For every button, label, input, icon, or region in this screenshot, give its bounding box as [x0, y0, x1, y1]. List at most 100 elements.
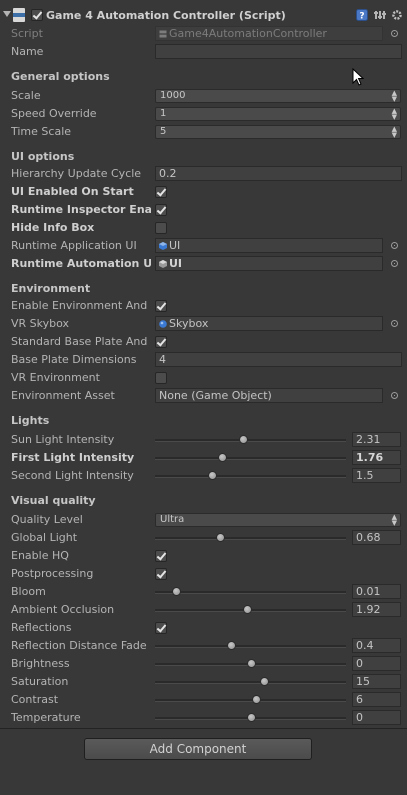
- bloom-value[interactable]: 0.01: [352, 584, 401, 599]
- speed-override-dropdown[interactable]: 1 ▲ ▼: [155, 107, 401, 121]
- object-picker-icon[interactable]: [391, 260, 398, 267]
- reflection-distance-fade-value[interactable]: 0.4: [352, 638, 401, 653]
- second-light-intensity-row: Second Light Intensity 1.5: [0, 467, 407, 485]
- global-light-value[interactable]: 0.68: [352, 530, 401, 545]
- gameobject-icon: [159, 260, 167, 268]
- slider-track[interactable]: [155, 591, 346, 594]
- base-plate-dimensions-row: Base Plate Dimensions 4: [0, 351, 407, 369]
- temperature-row: Temperature 0: [0, 709, 407, 727]
- component-title: Game 4 Automation Controller (Script): [46, 9, 286, 22]
- ui-options-heading: UI options: [11, 150, 75, 163]
- component-enabled-checkbox[interactable]: [31, 9, 43, 21]
- enable-environment-row: Enable Environment And: [0, 297, 407, 315]
- gear-icon[interactable]: [391, 9, 403, 21]
- scale-dropdown[interactable]: 1000 ▲ ▼: [155, 89, 401, 103]
- foldout-arrow-icon[interactable]: [3, 11, 11, 17]
- environment-asset-field[interactable]: None (Game Object): [155, 388, 383, 403]
- enable-environment-checkbox[interactable]: [155, 300, 167, 312]
- contrast-value[interactable]: 6: [352, 692, 401, 707]
- enable-hq-checkbox[interactable]: [155, 550, 167, 562]
- postprocessing-row: Postprocessing: [0, 565, 407, 583]
- time-scale-dropdown[interactable]: 5 ▲ ▼: [155, 125, 401, 139]
- postprocessing-checkbox[interactable]: [155, 568, 167, 580]
- dropdown-arrows-icon: ▲ ▼: [391, 89, 397, 103]
- mouse-cursor-icon: [352, 68, 364, 86]
- runtime-application-ui-field[interactable]: UI: [155, 238, 383, 253]
- first-light-intensity-value[interactable]: 1.76: [352, 450, 401, 465]
- slider-thumb[interactable]: [259, 677, 269, 686]
- slider-track[interactable]: [155, 699, 346, 702]
- brightness-value[interactable]: 0: [352, 656, 401, 671]
- runtime-automation-ui-field[interactable]: UI: [155, 256, 383, 271]
- name-input[interactable]: [155, 44, 402, 59]
- slider-thumb[interactable]: [238, 435, 248, 444]
- script-icon: [13, 8, 25, 22]
- global-light-row: Global Light 0.68: [0, 529, 407, 547]
- script-object-picker-icon: [391, 30, 398, 37]
- script-row: Script Game4AutomationController: [0, 25, 407, 43]
- slider-thumb[interactable]: [242, 605, 252, 614]
- ambient-occlusion-value[interactable]: 1.92: [352, 602, 401, 617]
- lights-heading: Lights: [11, 414, 50, 427]
- slider-track[interactable]: [155, 645, 346, 648]
- ui-enabled-on-start-checkbox[interactable]: [155, 186, 167, 198]
- slider-thumb[interactable]: [172, 587, 181, 596]
- scale-row: Scale 1000 ▲ ▼: [0, 87, 407, 105]
- runtime-automation-ui-row: Runtime Automation UI UI: [0, 255, 407, 273]
- temperature-value[interactable]: 0: [352, 710, 401, 725]
- sun-light-intensity-row: Sun Light Intensity 2.31: [0, 431, 407, 449]
- slider-track[interactable]: [155, 537, 346, 540]
- standard-base-plate-checkbox[interactable]: [155, 336, 167, 348]
- object-picker-icon[interactable]: [391, 320, 398, 327]
- slider-track[interactable]: [155, 681, 346, 684]
- preset-icon[interactable]: [374, 9, 386, 21]
- object-picker-icon[interactable]: [391, 242, 398, 249]
- ui-enabled-on-start-row: UI Enabled On Start: [0, 183, 407, 201]
- slider-track[interactable]: [155, 439, 346, 442]
- environment-asset-row: Environment Asset None (Game Object): [0, 387, 407, 405]
- component-divider: [0, 728, 407, 729]
- vr-environment-row: VR Environment: [0, 369, 407, 387]
- runtime-application-ui-row: Runtime Application UI UI: [0, 237, 407, 255]
- reflections-checkbox[interactable]: [155, 622, 167, 634]
- visual-quality-heading: Visual quality: [11, 494, 96, 507]
- saturation-row: Saturation 15: [0, 673, 407, 691]
- add-component-button[interactable]: Add Component: [84, 738, 312, 760]
- slider-thumb[interactable]: [217, 453, 227, 462]
- first-light-intensity-row: First Light Intensity 1.76: [0, 449, 407, 467]
- speed-override-row: Speed Override 1 ▲ ▼: [0, 105, 407, 123]
- slider-thumb[interactable]: [246, 659, 256, 668]
- general-options-heading: General options: [11, 70, 110, 83]
- material-icon: [159, 320, 167, 328]
- hierarchy-update-cycle-input[interactable]: 0.2: [155, 166, 402, 181]
- slider-thumb[interactable]: [227, 641, 237, 650]
- vr-skybox-field[interactable]: Skybox: [155, 316, 383, 331]
- gameobject-icon: [159, 242, 167, 250]
- saturation-value[interactable]: 15: [352, 674, 401, 689]
- object-picker-icon[interactable]: [391, 392, 398, 399]
- environment-heading: Environment: [11, 282, 91, 295]
- base-plate-dimensions-input[interactable]: 4: [155, 352, 402, 367]
- hide-info-box-checkbox[interactable]: [155, 222, 167, 234]
- sun-light-intensity-value[interactable]: 2.31: [352, 432, 401, 447]
- quality-level-dropdown[interactable]: Ultra ▲ ▼: [155, 513, 401, 527]
- slider-thumb[interactable]: [215, 533, 225, 542]
- second-light-intensity-value[interactable]: 1.5: [352, 468, 401, 483]
- enable-hq-row: Enable HQ: [0, 547, 407, 565]
- slider-thumb[interactable]: [246, 713, 256, 722]
- slider-thumb[interactable]: [252, 695, 262, 704]
- dropdown-arrows-icon: ▲ ▼: [391, 125, 397, 139]
- script-asset-icon: [159, 30, 167, 38]
- vr-environment-checkbox[interactable]: [155, 372, 167, 384]
- slider-track[interactable]: [155, 457, 346, 460]
- vr-skybox-row: VR Skybox Skybox: [0, 315, 407, 333]
- brightness-row: Brightness 0: [0, 655, 407, 673]
- script-field: Game4AutomationController: [155, 26, 383, 41]
- runtime-inspector-checkbox[interactable]: [155, 204, 167, 216]
- help-icon[interactable]: ?: [356, 9, 368, 21]
- component-header[interactable]: Game 4 Automation Controller (Script) ?: [0, 6, 407, 26]
- reflections-row: Reflections: [0, 619, 407, 637]
- bloom-row: Bloom 0.01: [0, 583, 407, 601]
- slider-track[interactable]: [155, 475, 346, 478]
- slider-thumb[interactable]: [208, 471, 218, 480]
